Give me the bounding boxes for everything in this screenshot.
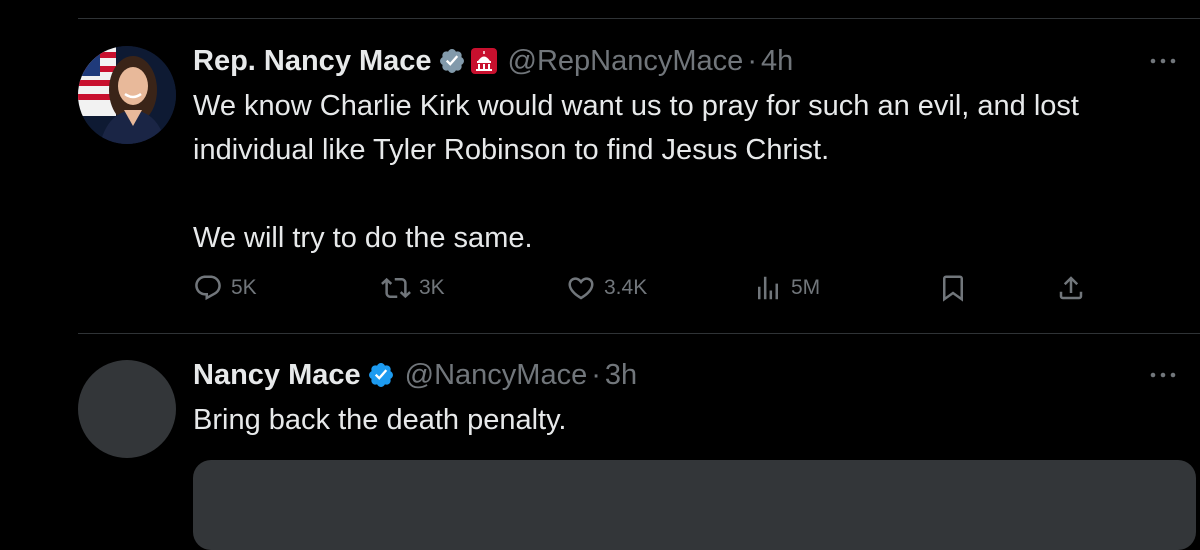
share-button[interactable] [1056,271,1086,305]
bookmark-button[interactable] [938,271,968,305]
tweet-text: Bring back the death penalty. [193,404,567,436]
display-name[interactable]: Nancy Mace [193,359,361,392]
timestamp[interactable]: 3h [605,359,637,392]
tweet-text: We know Charlie Kirk would want us to pr… [193,90,1079,254]
reply-count: 5K [231,276,257,299]
media-attachment[interactable] [193,460,1196,550]
gray-check-icon[interactable] [438,47,466,75]
reply-button[interactable]: 5K [193,271,257,305]
capitol-icon[interactable] [470,47,498,75]
tweet-header: Rep. Nancy Mace @RepNancyMace · 4h [193,43,793,79]
retweet-icon [381,277,411,299]
separator-dot: · [591,358,601,391]
avatar[interactable] [78,360,176,458]
display-name[interactable]: Rep. Nancy Mace [193,45,432,78]
share-icon [1059,276,1083,300]
tweet-divider [78,333,1200,334]
views-button[interactable]: 5M [753,271,820,305]
views-icon [758,276,778,300]
views-count: 5M [791,276,821,299]
action-bar: 5K 3K 3.4K 5M [193,271,1093,305]
handle[interactable]: @NancyMace [405,359,588,392]
retweet-count: 3K [419,276,445,299]
avatar-photo-image [78,46,176,144]
timestamp[interactable]: 4h [761,45,793,78]
heart-icon [568,277,594,300]
like-count: 3.4K [604,276,648,299]
more-options-icon[interactable] [1148,46,1178,76]
like-button[interactable]: 3.4K [566,271,647,305]
separator-dot: · [747,44,757,77]
tweet-header: Nancy Mace @NancyMace · 3h [193,357,637,393]
more-options-icon[interactable] [1148,360,1178,390]
reply-icon [195,275,221,301]
retweet-button[interactable]: 3K [381,271,445,305]
handle[interactable]: @RepNancyMace [508,45,744,78]
bookmark-icon [943,275,963,302]
avatar[interactable] [78,46,176,144]
blue-check-icon[interactable] [367,361,395,389]
top-divider [78,18,1200,19]
